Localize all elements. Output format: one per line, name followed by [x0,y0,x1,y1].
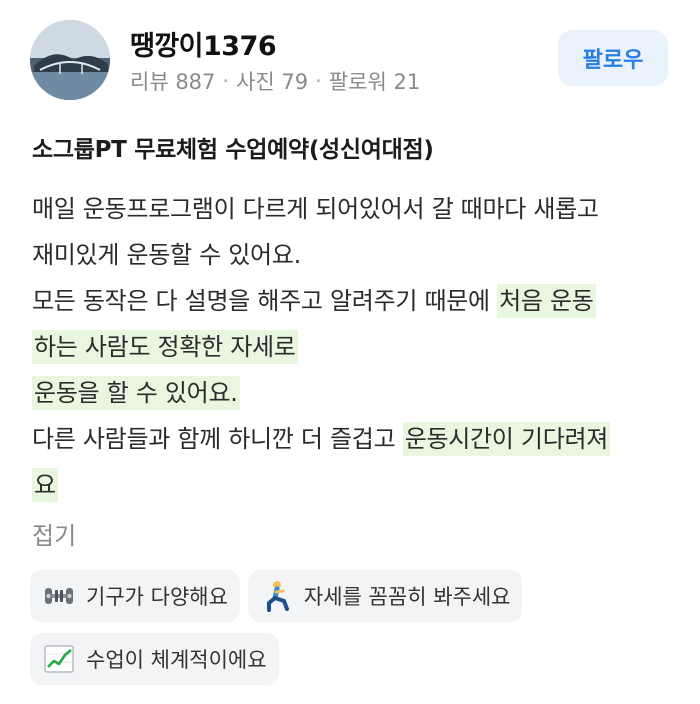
tag-row: 수업이 체계적이에요 [30,633,670,685]
reviews-count: 리뷰 887 [130,70,216,94]
avatar[interactable] [30,20,110,100]
user-stats: 리뷰 887 · 사진 79 · 팔로워 21 [130,66,420,96]
review-line: 하는 사람도 정확한 자세로 [32,324,682,370]
review-text-segment: 매일 운동프로그램이 다르게 되어있어서 갈 때마다 새롭고 [32,195,599,223]
review-line: 운동을 할 수 있어요. [32,370,682,416]
follow-button[interactable]: 팔로우 [558,30,668,86]
highlighted-text: 운동을 할 수 있어요. [32,376,240,410]
review-text-segment: 모든 동작은 다 설명을 해주고 알려주기 때문에 [32,287,498,315]
review-header: 땡깡이1376 리뷰 887 · 사진 79 · 팔로워 21 팔로우 [0,0,700,120]
followers-count: 팔로워 21 [328,70,421,94]
review-tag: 기구가 다양해요 [30,570,240,622]
username[interactable]: 땡깡이1376 [130,24,277,63]
tag-label: 수업이 체계적이에요 [86,648,267,672]
dumbbell-icon [42,579,76,613]
review-tags: 기구가 다양해요 자세를 꼼꼼히 봐주세요수업이 체계적이에요 [30,570,670,696]
product-title[interactable]: 소그룹PT 무료체험 수업예약(성신여대점) [32,130,434,164]
review-tag: 자세를 꼼꼼히 봐주세요 [247,570,523,622]
stats-separator: · [222,69,230,93]
review-line: 요 [32,462,682,508]
chart-increasing-icon [42,642,76,676]
highlighted-text: 운동시간이 기다려져 [402,422,611,456]
review-text: 매일 운동프로그램이 다르게 되어있어서 갈 때마다 새롭고재미있게 운동할 수… [32,186,682,508]
review-text-segment: 재미있게 운동할 수 있어요. [32,241,301,269]
review-line: 재미있게 운동할 수 있어요. [32,232,682,278]
tag-label: 자세를 꼼꼼히 봐주세요 [303,585,511,609]
photos-count: 사진 79 [236,70,309,94]
stats-separator: · [315,69,322,93]
highlighted-text: 요 [32,468,58,502]
review-line: 매일 운동프로그램이 다르게 되어있어서 갈 때마다 새롭고 [32,186,682,232]
lunge-person-icon [260,579,294,613]
highlighted-text: 처음 운동 [497,284,596,318]
review-line: 모든 동작은 다 설명을 해주고 알려주기 때문에 처음 운동 [32,278,682,324]
review-text-segment: 다른 사람들과 함께 하니깐 더 즐겁고 [32,425,403,453]
tag-row: 기구가 다양해요 자세를 꼼꼼히 봐주세요 [30,570,670,622]
review-tag: 수업이 체계적이에요 [30,633,279,685]
avatar-image [30,20,110,100]
fold-button[interactable]: 접기 [32,516,76,551]
tag-label: 기구가 다양해요 [86,585,228,609]
highlighted-text: 하는 사람도 정확한 자세로 [32,330,298,364]
review-line: 다른 사람들과 함께 하니깐 더 즐겁고 운동시간이 기다려져 [32,416,682,462]
